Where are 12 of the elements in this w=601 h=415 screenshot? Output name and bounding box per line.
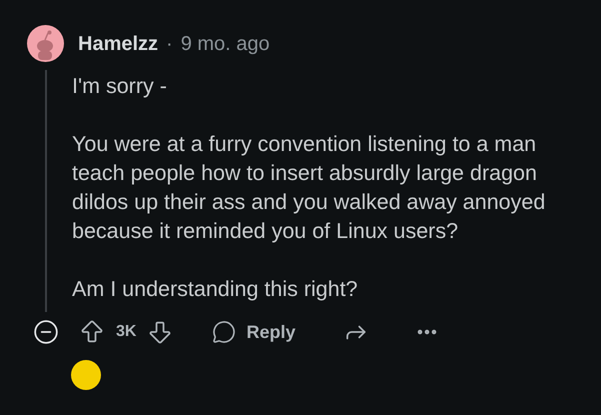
- username[interactable]: Hamelzz: [78, 28, 158, 58]
- collapse-icon[interactable]: [32, 319, 58, 345]
- reply-button[interactable]: Reply: [212, 318, 296, 346]
- avatar-icon: [27, 25, 64, 62]
- timestamp: 9 mo. ago: [180, 32, 270, 56]
- next-avatar-icon: [71, 360, 101, 390]
- separator-dot: ·: [166, 32, 173, 56]
- comment-text: I'm sorry -: [72, 73, 168, 100]
- comment-text: Am I understanding this right?: [72, 276, 359, 303]
- speech-bubble-icon: [212, 320, 236, 344]
- vote-count: 3K: [116, 322, 136, 342]
- comment-text: You were at a furry convention listening to a man teach people how to insert absurdly large dragon dildos up their ass and you walked away annoyed because it reminded you of Linux users?: [72, 131, 546, 245]
